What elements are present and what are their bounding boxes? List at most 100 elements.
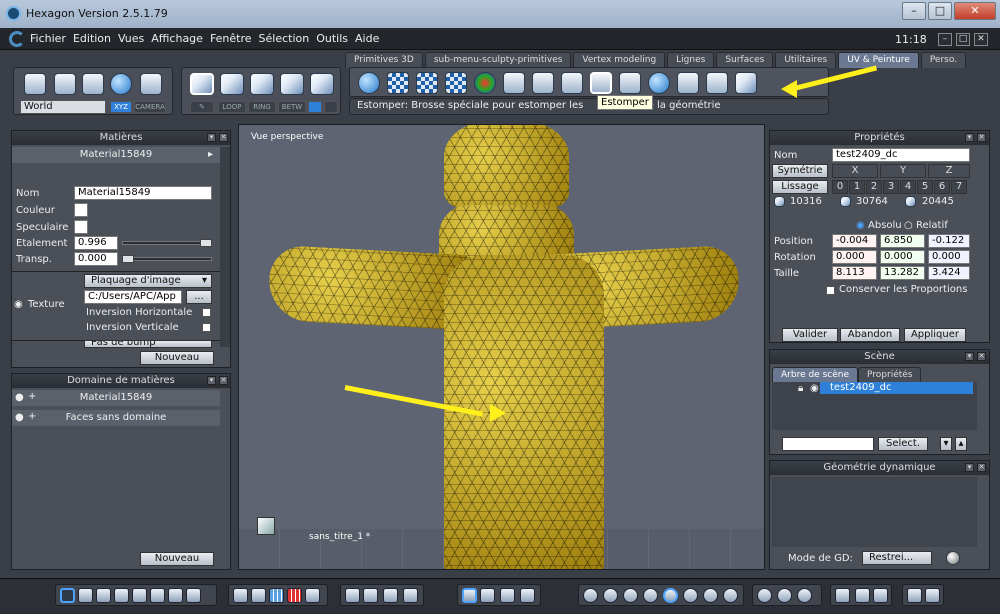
validate-button[interactable]: Valider bbox=[782, 328, 838, 342]
face-mode-cube-icon[interactable] bbox=[220, 73, 244, 95]
tab-scene-tree[interactable]: Arbre de scène bbox=[772, 367, 858, 382]
scroll-down-button[interactable]: ▾ bbox=[940, 437, 952, 451]
etalement-slider[interactable] bbox=[122, 241, 212, 245]
panel-close-button[interactable]: ✕ bbox=[219, 376, 228, 385]
smooth-level-5[interactable]: 5 bbox=[917, 180, 933, 194]
transparency-slider-thumb[interactable] bbox=[122, 255, 134, 263]
single-view-icon[interactable] bbox=[60, 588, 75, 603]
smoothing-button[interactable]: Lissage bbox=[772, 180, 828, 194]
render-cube-icon[interactable] bbox=[855, 588, 870, 603]
coordinate-system-select[interactable]: World bbox=[20, 100, 106, 114]
menu-edition[interactable]: Edition bbox=[73, 32, 111, 45]
rotation-x-input[interactable]: 0.000 bbox=[832, 250, 877, 264]
expand-plus-icon[interactable]: + bbox=[28, 391, 36, 402]
ghost-select-icon[interactable] bbox=[140, 73, 162, 95]
tab-surfaces[interactable]: Surfaces bbox=[716, 52, 774, 68]
select-arrow-icon[interactable] bbox=[24, 73, 46, 95]
select-button[interactable]: Select. bbox=[878, 437, 928, 451]
etalement-slider-thumb[interactable] bbox=[200, 239, 212, 247]
object-mode-cube-icon[interactable] bbox=[190, 73, 214, 95]
smooth-wire-shading-icon[interactable] bbox=[643, 588, 658, 603]
texture-shading-icon[interactable] bbox=[663, 588, 678, 603]
scene-object-row[interactable]: test2409_dc bbox=[820, 382, 973, 394]
mesh-head[interactable] bbox=[444, 125, 569, 210]
panel-close-button[interactable]: ✕ bbox=[977, 133, 986, 142]
object-name-input[interactable]: test2409_dc bbox=[832, 148, 970, 162]
color-swatch[interactable] bbox=[74, 203, 88, 217]
ring-button[interactable]: RING bbox=[248, 101, 276, 113]
tab-utilitaires[interactable]: Utilitaires bbox=[775, 52, 837, 68]
brush-select-button[interactable]: ✎ bbox=[190, 101, 214, 113]
layout-4-icon[interactable] bbox=[132, 588, 147, 603]
scene-search-input[interactable] bbox=[782, 437, 874, 451]
menu-vues[interactable]: Vues bbox=[118, 32, 144, 45]
gd-mode-select[interactable]: Restrei... bbox=[862, 551, 932, 565]
menu-outils[interactable]: Outils bbox=[316, 32, 348, 45]
position-z-input[interactable]: -0.122 bbox=[928, 234, 970, 248]
etalement-input[interactable]: 0.996 bbox=[74, 236, 118, 250]
doc-close-button[interactable]: ✕ bbox=[974, 33, 988, 46]
domain-item-faces[interactable]: Faces sans domaine bbox=[12, 410, 220, 426]
smooth-level-3[interactable]: 3 bbox=[883, 180, 899, 194]
rotation-y-input[interactable]: 0.000 bbox=[880, 250, 925, 264]
magic-select-icon[interactable] bbox=[110, 73, 132, 95]
uv-box-icon[interactable] bbox=[445, 72, 467, 94]
layout-6-icon[interactable] bbox=[168, 588, 183, 603]
tab-lignes[interactable]: Lignes bbox=[667, 52, 715, 68]
move-manipulator-icon[interactable] bbox=[480, 588, 495, 603]
screenshot-camera-icon[interactable] bbox=[925, 588, 940, 603]
uv-cylinder-icon[interactable] bbox=[387, 72, 409, 94]
new-material-button[interactable]: Nouveau bbox=[140, 351, 214, 365]
inversion-horizontale-checkbox[interactable] bbox=[202, 308, 211, 317]
zoom-icon[interactable] bbox=[383, 588, 398, 603]
grid-yz-icon[interactable] bbox=[305, 588, 320, 603]
sym-y-button[interactable]: Y bbox=[880, 164, 926, 178]
sym-x-button[interactable]: X bbox=[832, 164, 878, 178]
wireframe-shading-icon[interactable] bbox=[583, 588, 598, 603]
tab-perso[interactable]: Perso. bbox=[920, 52, 967, 68]
smooth-level-1[interactable]: 1 bbox=[849, 180, 865, 194]
panel-menu-button[interactable]: ▾ bbox=[965, 463, 974, 472]
camera-button[interactable]: CAMERA bbox=[134, 101, 166, 113]
position-y-input[interactable]: 6.850 bbox=[880, 234, 925, 248]
split-view-icon[interactable] bbox=[78, 588, 93, 603]
texture-wire-shading-icon[interactable] bbox=[683, 588, 698, 603]
panel-menu-button[interactable]: ▾ bbox=[207, 133, 216, 142]
snap-icon[interactable] bbox=[251, 588, 266, 603]
light-2-icon[interactable] bbox=[777, 588, 792, 603]
axis-cube-icon[interactable] bbox=[257, 517, 275, 535]
material-header[interactable]: Material15849 bbox=[12, 147, 220, 163]
uv-sphere-icon[interactable] bbox=[358, 72, 380, 94]
expand-plus-icon[interactable]: + bbox=[28, 411, 36, 422]
xyz-button[interactable]: XYZ bbox=[110, 101, 132, 113]
auto-mode-cube-icon[interactable] bbox=[310, 73, 334, 95]
position-x-input[interactable]: -0.004 bbox=[832, 234, 877, 248]
light-1-icon[interactable] bbox=[757, 588, 772, 603]
absolute-radio[interactable]: ◉ bbox=[856, 220, 865, 231]
pencil-icon[interactable] bbox=[677, 72, 699, 94]
new-domain-button[interactable]: Nouveau bbox=[140, 552, 214, 566]
browse-button[interactable]: ... bbox=[186, 290, 212, 304]
tab-scene-properties[interactable]: Propriétés bbox=[858, 367, 922, 382]
grid-options-icon[interactable] bbox=[233, 588, 248, 603]
render-shader-icon[interactable] bbox=[873, 588, 888, 603]
transparency-slider[interactable] bbox=[122, 257, 212, 261]
materials-scrollbar[interactable] bbox=[220, 147, 230, 347]
texture-path-input[interactable]: C:/Users/APC/App bbox=[84, 290, 182, 304]
layout-5-icon[interactable] bbox=[150, 588, 165, 603]
tab-sculpty-primitives[interactable]: sub-menu-sculpty-primitives bbox=[424, 52, 572, 68]
scroll-up-button[interactable]: ▴ bbox=[955, 437, 967, 451]
transparency-input[interactable]: 0.000 bbox=[74, 252, 118, 266]
flat-shading-icon[interactable] bbox=[603, 588, 618, 603]
render-options-icon[interactable] bbox=[835, 588, 850, 603]
frame-all-icon[interactable] bbox=[345, 588, 360, 603]
scale-manipulator-icon[interactable] bbox=[520, 588, 535, 603]
gd-sphere-icon[interactable] bbox=[946, 551, 960, 565]
inversion-verticale-checkbox[interactable] bbox=[202, 323, 211, 332]
material-name-input[interactable]: Material15849 bbox=[74, 186, 212, 200]
sym-z-button[interactable]: Z bbox=[928, 164, 970, 178]
rotation-z-input[interactable]: 0.000 bbox=[928, 250, 970, 264]
size-z-input[interactable]: 3.424 bbox=[928, 266, 970, 280]
panel-menu-button[interactable]: ▾ bbox=[965, 133, 974, 142]
paint-color-icon[interactable] bbox=[474, 72, 496, 94]
